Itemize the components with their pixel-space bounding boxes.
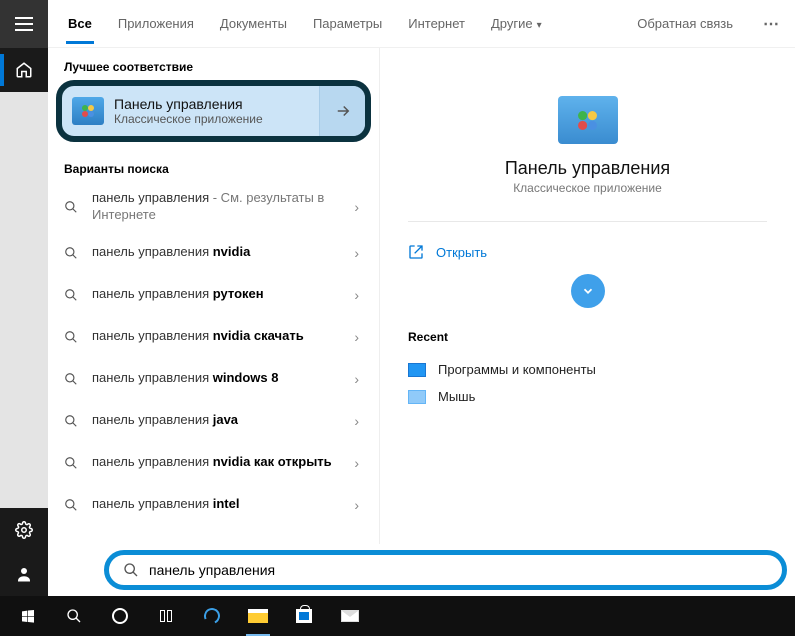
taskbar-edge[interactable] bbox=[190, 596, 234, 636]
tab-apps[interactable]: Приложения bbox=[106, 4, 206, 43]
search-result[interactable]: панель управления nvidia скачать › bbox=[48, 316, 379, 358]
search-result[interactable]: панель управления - См. результаты в Инт… bbox=[48, 182, 379, 232]
best-match-label: Лучшее соответствие bbox=[48, 48, 379, 80]
search-result[interactable]: панель управления java › bbox=[48, 400, 379, 442]
taskbar-cortana[interactable] bbox=[98, 596, 142, 636]
filter-tabs: Все Приложения Документы Параметры Интер… bbox=[48, 0, 795, 48]
search-icon bbox=[64, 498, 80, 512]
chevron-right-icon[interactable]: › bbox=[350, 329, 363, 345]
preview-pane: Панель управления Классическое приложени… bbox=[380, 48, 795, 544]
feedback-link[interactable]: Обратная связь bbox=[625, 4, 745, 43]
result-text: панель управления java bbox=[92, 412, 338, 429]
chevron-down-icon bbox=[581, 284, 595, 298]
open-icon bbox=[408, 244, 424, 260]
start-sidebar bbox=[0, 0, 48, 596]
control-panel-icon bbox=[72, 97, 104, 125]
result-text: панель управления nvidia как открыть bbox=[92, 454, 338, 471]
search-result[interactable]: панель управления windows 8 › bbox=[48, 358, 379, 400]
result-text: панель управления nvidia bbox=[92, 244, 338, 261]
tab-settings[interactable]: Параметры bbox=[301, 4, 394, 43]
search-icon bbox=[64, 200, 80, 214]
best-match-title: Панель управления bbox=[114, 96, 263, 112]
result-text: панель управления - См. результаты в Инт… bbox=[92, 190, 338, 224]
search-result[interactable]: панель управления рутокен › bbox=[48, 274, 379, 316]
search-icon bbox=[64, 246, 80, 260]
result-text: панель управления рутокен bbox=[92, 286, 338, 303]
search-icon bbox=[64, 288, 80, 302]
chevron-down-icon: ▾ bbox=[537, 20, 542, 31]
taskbar-taskview[interactable] bbox=[144, 596, 188, 636]
open-action[interactable]: Открыть bbox=[408, 240, 767, 264]
recent-item-label: Мышь bbox=[438, 389, 475, 404]
chevron-right-icon[interactable]: › bbox=[350, 455, 363, 471]
chevron-right-icon[interactable]: › bbox=[350, 497, 363, 513]
more-button[interactable]: ⋯ bbox=[755, 8, 787, 40]
search-input[interactable] bbox=[149, 562, 768, 578]
chevron-right-icon[interactable]: › bbox=[350, 371, 363, 387]
search-result[interactable]: панель управления nvidia как открыть › bbox=[48, 442, 379, 484]
hamburger-menu[interactable] bbox=[0, 0, 48, 48]
preview-title: Панель управления bbox=[505, 158, 670, 179]
sidebar-settings[interactable] bbox=[0, 508, 48, 552]
arrow-right-icon[interactable] bbox=[319, 86, 365, 136]
chevron-right-icon[interactable]: › bbox=[350, 199, 363, 215]
result-text: панель управления intel bbox=[92, 496, 338, 513]
expand-button[interactable] bbox=[571, 274, 605, 308]
preview-subtitle: Классическое приложение bbox=[513, 181, 662, 195]
recent-item-mouse[interactable]: Мышь bbox=[408, 383, 767, 410]
search-icon bbox=[64, 414, 80, 428]
search-result[interactable]: панель управления intel › bbox=[48, 484, 379, 526]
taskbar-explorer[interactable] bbox=[236, 596, 280, 636]
search-result[interactable]: панель управления nvidia › bbox=[48, 232, 379, 274]
taskbar bbox=[0, 596, 795, 636]
taskbar-search[interactable] bbox=[52, 596, 96, 636]
chevron-right-icon[interactable]: › bbox=[350, 245, 363, 261]
search-icon bbox=[123, 562, 139, 578]
taskbar-mail[interactable] bbox=[328, 596, 372, 636]
start-button[interactable] bbox=[6, 596, 50, 636]
best-match-result[interactable]: Панель управления Классическое приложени… bbox=[56, 80, 371, 142]
results-list-pane: Лучшее соответствие Панель управления Кл… bbox=[48, 48, 380, 544]
search-icon bbox=[64, 330, 80, 344]
tab-documents[interactable]: Документы bbox=[208, 4, 299, 43]
chevron-right-icon[interactable]: › bbox=[350, 287, 363, 303]
recent-item-programs[interactable]: Программы и компоненты bbox=[408, 356, 767, 383]
variants-label: Варианты поиска bbox=[48, 150, 379, 182]
result-text: панель управления windows 8 bbox=[92, 370, 338, 387]
search-icon bbox=[64, 456, 80, 470]
control-panel-icon-large bbox=[558, 96, 618, 144]
search-icon bbox=[64, 372, 80, 386]
open-label: Открыть bbox=[436, 245, 487, 260]
result-text: панель управления nvidia скачать bbox=[92, 328, 338, 345]
tab-all[interactable]: Все bbox=[56, 4, 104, 43]
recent-item-label: Программы и компоненты bbox=[438, 362, 596, 377]
taskbar-store[interactable] bbox=[282, 596, 326, 636]
mouse-icon bbox=[408, 390, 426, 404]
divider bbox=[408, 221, 767, 222]
recent-label: Recent bbox=[408, 330, 767, 344]
best-match-subtitle: Классическое приложение bbox=[114, 112, 263, 126]
sidebar-user[interactable] bbox=[0, 552, 48, 596]
search-field[interactable] bbox=[104, 550, 787, 590]
chevron-right-icon[interactable]: › bbox=[350, 413, 363, 429]
sidebar-home[interactable] bbox=[0, 48, 48, 92]
programs-icon bbox=[408, 363, 426, 377]
tab-other[interactable]: Другие▾ bbox=[479, 4, 554, 43]
tab-internet[interactable]: Интернет bbox=[396, 4, 477, 43]
